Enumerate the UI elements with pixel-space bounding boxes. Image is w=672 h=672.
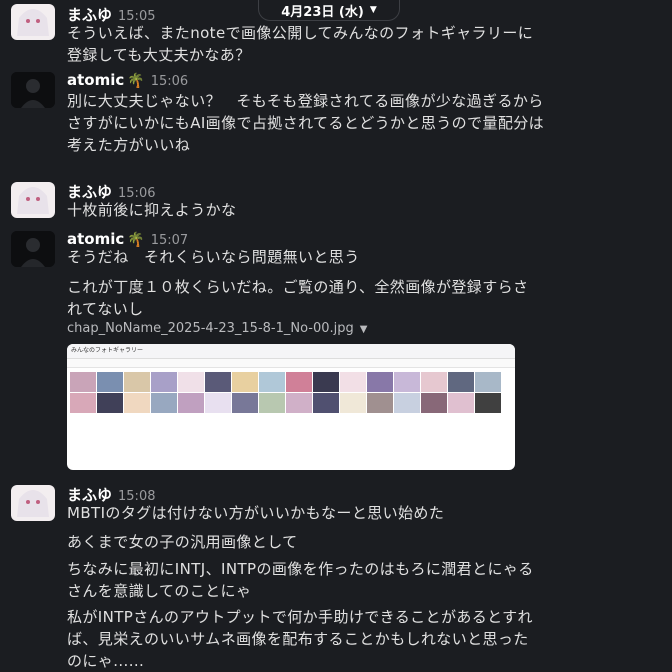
- message-text: 十枚前後に抑えようかな: [67, 201, 237, 219]
- message-text: そうだね それくらいなら問題無いと思う: [67, 248, 360, 266]
- preview-tile: [340, 372, 366, 392]
- preview-tile: [259, 372, 285, 392]
- preview-tile: [394, 393, 420, 413]
- preview-tile: [313, 393, 339, 413]
- preview-tile: [124, 393, 150, 413]
- preview-tile: [178, 372, 204, 392]
- preview-tile: [232, 393, 258, 413]
- preview-tile: [124, 372, 150, 392]
- message-text: あくまで女の子の汎用画像として: [67, 533, 298, 551]
- attachment-filename[interactable]: chap_NoName_2025-4-23_15-8-1_No-00.jpg ▼: [67, 321, 367, 336]
- preview-tile: [151, 393, 177, 413]
- preview-header: みんなのフォトギャラリー: [67, 344, 515, 359]
- date-divider[interactable]: 4月23日 (水) ▼: [258, 0, 400, 21]
- preview-tile: [421, 372, 447, 392]
- date-label: 4月23日 (水): [281, 4, 364, 20]
- preview-tile: [448, 372, 474, 392]
- caret-down-icon[interactable]: ▼: [360, 324, 368, 335]
- message-author[interactable]: atomic 🌴 15:06: [67, 71, 188, 89]
- preview-tile: [475, 393, 501, 413]
- palm-tree-icon: 🌴: [127, 73, 145, 89]
- preview-tile: [340, 393, 366, 413]
- preview-tile: [70, 393, 96, 413]
- message-text: 別に大丈夫じゃない？ そもそも登録されてる画像が少な過ぎるから さすがにいかにも…: [67, 92, 545, 154]
- avatar-mafuyu[interactable]: [11, 4, 55, 40]
- preview-tile: [367, 393, 393, 413]
- preview-tile: [313, 372, 339, 392]
- preview-tile: [367, 372, 393, 392]
- preview-tile: [178, 393, 204, 413]
- avatar-atomic[interactable]: [11, 72, 55, 108]
- message-text: MBTIのタグは付けない方がいいかもなーと思い始めた: [67, 504, 445, 522]
- preview-tile: [205, 372, 231, 392]
- preview-tile: [97, 393, 123, 413]
- message-text: これが丁度１０枚くらいだね。ご覧の通り、全然画像が登録すらさ れてないし: [67, 278, 529, 318]
- preview-tile: [151, 372, 177, 392]
- avatar-mafuyu[interactable]: [11, 182, 55, 218]
- preview-tile: [394, 372, 420, 392]
- chevron-down-icon: ▼: [369, 5, 377, 15]
- preview-tabbar: [67, 359, 515, 368]
- preview-grid: [67, 368, 515, 417]
- preview-tile: [475, 372, 501, 392]
- preview-tile: [286, 372, 312, 392]
- avatar-atomic[interactable]: [11, 231, 55, 267]
- preview-tile: [70, 372, 96, 392]
- preview-tile: [232, 372, 258, 392]
- preview-tile: [448, 393, 474, 413]
- message-timestamp[interactable]: 15:06: [151, 74, 188, 89]
- preview-tile: [205, 393, 231, 413]
- attachment-image-preview[interactable]: みんなのフォトギャラリー: [67, 344, 515, 470]
- message-text: そういえば、またnoteで画像公開してみんなのフォトギャラリーに 登録しても大丈…: [67, 24, 534, 64]
- message-text: 私がINTPさんのアウトプットで何か手助けできることがあるとすれ ば、見栄えのい…: [67, 608, 533, 670]
- avatar-mafuyu[interactable]: [11, 485, 55, 521]
- message-text: ちなみに最初にINTJ、INTPの画像を作ったのはもろに潤君とにゃる さんを意識…: [67, 560, 534, 600]
- preview-tile: [259, 393, 285, 413]
- preview-tile: [97, 372, 123, 392]
- preview-tile: [421, 393, 447, 413]
- preview-tile: [286, 393, 312, 413]
